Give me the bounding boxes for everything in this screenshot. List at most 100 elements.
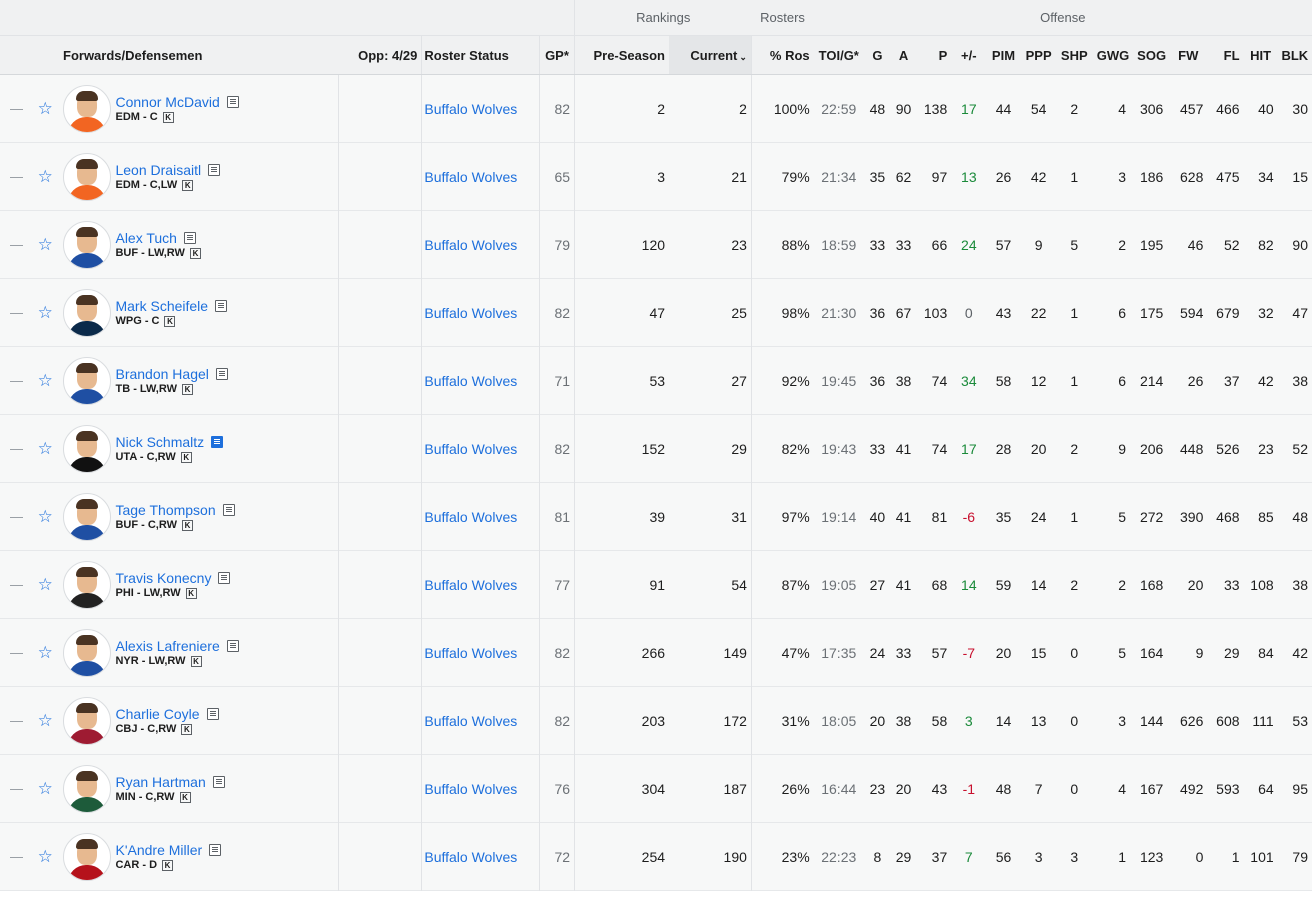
col-sog[interactable]: SOG bbox=[1134, 35, 1170, 75]
player-team-position: CBJ - C,RW bbox=[115, 723, 177, 735]
goals-cell: 27 bbox=[863, 550, 891, 619]
roster-status-link[interactable]: Buffalo Wolves bbox=[421, 822, 540, 891]
roster-status-link[interactable]: Buffalo Wolves bbox=[421, 618, 540, 687]
player-name-link[interactable]: Charlie Coyle bbox=[115, 706, 199, 722]
player-name-link[interactable]: Mark Scheifele bbox=[115, 298, 208, 314]
notes-icon[interactable] bbox=[208, 164, 221, 176]
drag-handle[interactable] bbox=[0, 210, 31, 279]
watchlist-star-icon[interactable]: ☆ bbox=[30, 74, 61, 143]
roster-status-link[interactable]: Buffalo Wolves bbox=[421, 278, 540, 347]
notes-icon[interactable] bbox=[211, 436, 224, 448]
roster-status-link[interactable]: Buffalo Wolves bbox=[421, 210, 540, 279]
col-fl[interactable]: FL bbox=[1207, 35, 1244, 75]
roster-status-link[interactable]: Buffalo Wolves bbox=[421, 482, 540, 551]
opp-cell bbox=[337, 686, 422, 755]
watchlist-star-icon[interactable]: ☆ bbox=[30, 686, 61, 755]
notes-icon[interactable] bbox=[215, 368, 228, 380]
roster-status-link[interactable]: Buffalo Wolves bbox=[421, 414, 540, 483]
col-pim[interactable]: PIM bbox=[986, 35, 1021, 75]
sog-cell: 272 bbox=[1134, 482, 1170, 551]
notes-icon[interactable] bbox=[218, 572, 231, 584]
col-g[interactable]: G bbox=[863, 35, 891, 75]
col-player[interactable]: Forwards/Defensemen bbox=[0, 35, 339, 75]
col-fw[interactable]: FW bbox=[1169, 35, 1208, 75]
current-rank: 27 bbox=[669, 346, 752, 415]
drag-handle[interactable] bbox=[0, 482, 31, 551]
points-cell: 74 bbox=[916, 414, 952, 483]
plus-minus-cell: 14 bbox=[951, 550, 987, 619]
player-name-link[interactable]: Connor McDavid bbox=[115, 94, 219, 110]
toi-cell: 17:35 bbox=[813, 618, 864, 687]
drag-handle[interactable] bbox=[0, 142, 31, 211]
gp-cell: 82 bbox=[538, 686, 575, 755]
pct-rostered: 98% bbox=[750, 278, 814, 347]
notes-icon[interactable] bbox=[226, 640, 239, 652]
roster-status-link[interactable]: Buffalo Wolves bbox=[421, 142, 540, 211]
player-name-link[interactable]: Leon Draisaitl bbox=[115, 162, 201, 178]
player-name-link[interactable]: Nick Schmaltz bbox=[115, 434, 204, 450]
notes-icon[interactable] bbox=[222, 504, 235, 516]
notes-icon[interactable] bbox=[226, 96, 239, 108]
col-shp[interactable]: SHP bbox=[1056, 35, 1092, 75]
pim-cell: 26 bbox=[986, 142, 1021, 211]
watchlist-star-icon[interactable]: ☆ bbox=[30, 278, 61, 347]
ppp-cell: 24 bbox=[1020, 482, 1057, 551]
watchlist-star-icon[interactable]: ☆ bbox=[30, 618, 61, 687]
roster-status-link[interactable]: Buffalo Wolves bbox=[421, 754, 540, 823]
player-name-link[interactable]: Tage Thompson bbox=[115, 502, 215, 518]
player-photo-cell bbox=[60, 346, 116, 415]
assists-cell: 67 bbox=[890, 278, 917, 347]
watchlist-star-icon[interactable]: ☆ bbox=[30, 414, 61, 483]
roster-status-link[interactable]: Buffalo Wolves bbox=[421, 686, 540, 755]
col-plus-minus[interactable]: +/- bbox=[951, 35, 987, 75]
col-a[interactable]: A bbox=[890, 35, 917, 75]
pim-cell: 44 bbox=[986, 74, 1021, 143]
player-name-link[interactable]: K'Andre Miller bbox=[115, 842, 202, 858]
col-roster-status[interactable]: Roster Status bbox=[421, 35, 540, 75]
drag-handle[interactable] bbox=[0, 74, 31, 143]
col-ppp[interactable]: PPP bbox=[1020, 35, 1057, 75]
notes-icon[interactable] bbox=[209, 844, 222, 856]
watchlist-star-icon[interactable]: ☆ bbox=[30, 550, 61, 619]
col-opp[interactable]: Opp: 4/29 bbox=[338, 35, 422, 75]
col-pct-ros[interactable]: % Ros bbox=[750, 35, 814, 75]
blk-cell: 38 bbox=[1277, 346, 1312, 415]
notes-icon[interactable] bbox=[206, 708, 219, 720]
drag-handle[interactable] bbox=[0, 618, 31, 687]
watchlist-star-icon[interactable]: ☆ bbox=[30, 822, 61, 891]
col-p[interactable]: P bbox=[916, 35, 952, 75]
watchlist-star-icon[interactable]: ☆ bbox=[30, 754, 61, 823]
roster-status-link[interactable]: Buffalo Wolves bbox=[421, 346, 540, 415]
notes-icon[interactable] bbox=[212, 776, 225, 788]
notes-icon[interactable] bbox=[215, 300, 228, 312]
watchlist-star-icon[interactable]: ☆ bbox=[30, 210, 61, 279]
roster-status-link[interactable]: Buffalo Wolves bbox=[421, 550, 540, 619]
col-blk[interactable]: BLK bbox=[1277, 35, 1312, 75]
player-name-link[interactable]: Ryan Hartman bbox=[115, 774, 205, 790]
watchlist-star-icon[interactable]: ☆ bbox=[30, 142, 61, 211]
notes-icon[interactable] bbox=[183, 232, 196, 244]
goals-cell: 36 bbox=[863, 346, 891, 415]
roster-status-link[interactable]: Buffalo Wolves bbox=[421, 74, 540, 143]
drag-handle[interactable] bbox=[0, 822, 31, 891]
col-gwg[interactable]: GWG bbox=[1091, 35, 1135, 75]
col-gp[interactable]: GP* bbox=[538, 35, 575, 75]
col-toi[interactable]: TOI/G* bbox=[813, 35, 864, 75]
drag-handle[interactable] bbox=[0, 754, 31, 823]
player-name-link[interactable]: Alex Tuch bbox=[115, 230, 176, 246]
player-name-link[interactable]: Alexis Lafreniere bbox=[115, 638, 219, 654]
player-name-link[interactable]: Brandon Hagel bbox=[115, 366, 208, 382]
drag-handle[interactable] bbox=[0, 686, 31, 755]
drag-handle[interactable] bbox=[0, 550, 31, 619]
col-current[interactable]: Current ⌄ bbox=[669, 35, 752, 75]
watchlist-star-icon[interactable]: ☆ bbox=[30, 482, 61, 551]
drag-handle[interactable] bbox=[0, 414, 31, 483]
drag-handle[interactable] bbox=[0, 278, 31, 347]
player-cell: Nick Schmaltz UTA - C,RW K bbox=[115, 414, 339, 483]
col-hit[interactable]: HIT bbox=[1243, 35, 1278, 75]
col-preseason[interactable]: Pre-Season bbox=[574, 35, 670, 75]
drag-handle[interactable] bbox=[0, 346, 31, 415]
sog-cell: 123 bbox=[1134, 822, 1170, 891]
player-name-link[interactable]: Travis Konecny bbox=[115, 570, 211, 586]
watchlist-star-icon[interactable]: ☆ bbox=[30, 346, 61, 415]
